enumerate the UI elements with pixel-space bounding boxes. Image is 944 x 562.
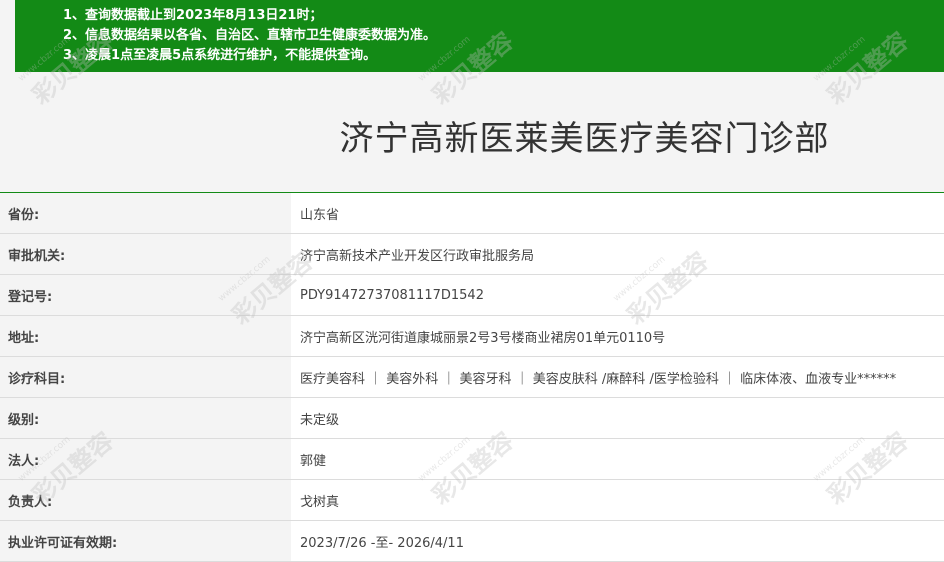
table-row: 级别: 未定级	[0, 397, 944, 439]
row-value: 郭健	[291, 438, 944, 480]
table-row: 登记号: PDY91472737081117D1542	[0, 274, 944, 316]
row-value: 未定级	[291, 397, 944, 439]
table-row: 法人: 郭健	[0, 438, 944, 480]
row-value: 戈树真	[291, 479, 944, 521]
notice-item: 2、信息数据结果以各省、自治区、直辖市卫生健康委数据为准。	[63, 28, 437, 43]
row-value: 医疗美容科 ｜ 美容外科 ｜ 美容牙科 ｜ 美容皮肤科 /麻醉科 /医学检验科 …	[291, 356, 944, 398]
notice-item: 3、凌晨1点至凌晨5点系统进行维护，不能提供查询。	[63, 48, 377, 63]
table-row: 省份: 山东省	[0, 192, 944, 234]
row-label: 省份:	[0, 192, 291, 234]
row-value: 山东省	[291, 192, 944, 234]
row-label: 地址:	[0, 315, 291, 357]
row-value: PDY91472737081117D1542	[291, 274, 944, 316]
row-label: 级别:	[0, 397, 291, 439]
notice-banner: 1、查询数据截止到2023年8月13日21时； 2、信息数据结果以各省、自治区、…	[15, 0, 944, 72]
table-row: 执业许可证有效期: 2023/7/26 -至- 2026/4/11	[0, 520, 944, 562]
page-title: 济宁高新医莱美医疗美容门诊部	[339, 119, 830, 159]
notice-item: 1、查询数据截止到2023年8月13日21时；	[63, 8, 323, 23]
table-row: 审批机关: 济宁高新技术产业开发区行政审批服务局	[0, 233, 944, 275]
table-row: 诊疗科目: 医疗美容科 ｜ 美容外科 ｜ 美容牙科 ｜ 美容皮肤科 /麻醉科 /…	[0, 356, 944, 398]
info-table: 省份: 山东省 审批机关: 济宁高新技术产业开发区行政审批服务局 登记号: PD…	[0, 192, 944, 562]
row-label: 执业许可证有效期:	[0, 520, 291, 562]
row-label: 法人:	[0, 438, 291, 480]
row-value: 2023/7/26 -至- 2026/4/11	[291, 520, 944, 562]
row-value: 济宁高新技术产业开发区行政审批服务局	[291, 233, 944, 275]
row-label: 负责人:	[0, 479, 291, 521]
table-row: 负责人: 戈树真	[0, 479, 944, 521]
row-value: 济宁高新区洸河街道康城丽景2号3号楼商业裙房01单元0110号	[291, 315, 944, 357]
row-label: 登记号:	[0, 274, 291, 316]
row-label: 审批机关:	[0, 233, 291, 275]
row-label: 诊疗科目:	[0, 356, 291, 398]
table-row: 地址: 济宁高新区洸河街道康城丽景2号3号楼商业裙房01单元0110号	[0, 315, 944, 357]
